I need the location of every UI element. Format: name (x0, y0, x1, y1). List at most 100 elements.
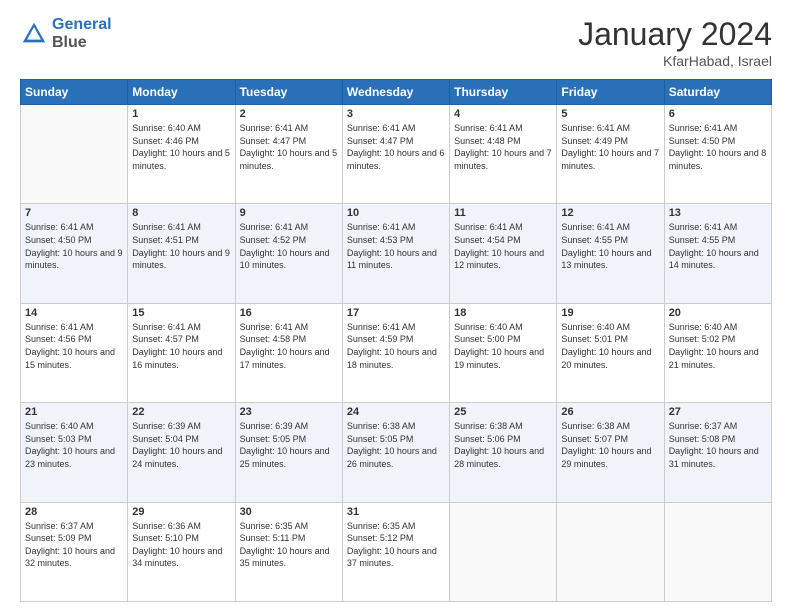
month-title: January 2024 (578, 16, 772, 53)
day-info: Sunrise: 6:35 AMSunset: 5:11 PMDaylight:… (240, 520, 338, 570)
calendar-cell: 21Sunrise: 6:40 AMSunset: 5:03 PMDayligh… (21, 403, 128, 502)
day-info: Sunrise: 6:41 AMSunset: 4:54 PMDaylight:… (454, 221, 552, 271)
day-number: 26 (561, 406, 659, 418)
day-header-sunday: Sunday (21, 80, 128, 105)
day-number: 18 (454, 307, 552, 319)
calendar-header-row: SundayMondayTuesdayWednesdayThursdayFrid… (21, 80, 772, 105)
day-info: Sunrise: 6:41 AMSunset: 4:48 PMDaylight:… (454, 122, 552, 172)
day-number: 16 (240, 307, 338, 319)
calendar-week-4: 21Sunrise: 6:40 AMSunset: 5:03 PMDayligh… (21, 403, 772, 502)
day-number: 28 (25, 506, 123, 518)
calendar-cell: 27 Sunrise: 6:37 AMSunset: 5:08 PMDayligh… (664, 403, 771, 502)
day-info: Sunrise: 6:41 AMSunset: 4:47 PMDaylight:… (240, 122, 338, 172)
day-info: Sunrise: 6:40 AMSunset: 5:00 PMDaylight:… (454, 321, 552, 371)
day-info: Sunrise: 6:38 AMSunset: 5:07 PMDaylight:… (561, 420, 659, 470)
day-info: Sunrise: 6:41 AMSunset: 4:47 PMDaylight:… (347, 122, 445, 172)
calendar-cell: 15 Sunrise: 6:41 AMSunset: 4:57 PMDayligh… (128, 303, 235, 402)
day-number: 8 (132, 207, 230, 219)
calendar-cell (450, 502, 557, 601)
day-info: Sunrise: 6:38 AMSunset: 5:06 PMDaylight:… (454, 420, 552, 470)
calendar-week-3: 14 Sunrise: 6:41 AMSunset: 4:56 PMDayligh… (21, 303, 772, 402)
day-number: 29 (132, 506, 230, 518)
day-info: Sunrise: 6:41 AMSunset: 4:50 PMDaylight:… (669, 122, 767, 172)
calendar-table: SundayMondayTuesdayWednesdayThursdayFrid… (20, 79, 772, 602)
calendar-cell: 20Sunrise: 6:40 AMSunset: 5:02 PMDayligh… (664, 303, 771, 402)
day-info: Sunrise: 6:41 AMSunset: 4:50 PMDaylight:… (25, 221, 123, 271)
day-number: 25 (454, 406, 552, 418)
day-header-friday: Friday (557, 80, 664, 105)
day-info: Sunrise: 6:37 AMSunset: 5:09 PMDaylight:… (25, 520, 123, 570)
day-number: 1 (132, 108, 230, 120)
calendar-cell (664, 502, 771, 601)
day-number: 27 (669, 406, 767, 418)
calendar-week-2: 7Sunrise: 6:41 AMSunset: 4:50 PMDaylight… (21, 204, 772, 303)
day-header-tuesday: Tuesday (235, 80, 342, 105)
day-number: 14 (25, 307, 123, 319)
calendar-cell: 4 Sunrise: 6:41 AMSunset: 4:48 PMDaylight… (450, 105, 557, 204)
calendar-cell: 10Sunrise: 6:41 AMSunset: 4:53 PMDayligh… (342, 204, 449, 303)
header: General Blue January 2024 KfarHabad, Isr… (20, 16, 772, 69)
calendar-cell: 2 Sunrise: 6:41 AMSunset: 4:47 PMDaylight… (235, 105, 342, 204)
calendar-cell: 16 Sunrise: 6:41 AMSunset: 4:58 PMDayligh… (235, 303, 342, 402)
calendar-cell: 29 Sunrise: 6:36 AMSunset: 5:10 PMDayligh… (128, 502, 235, 601)
page: General Blue January 2024 KfarHabad, Isr… (0, 0, 792, 612)
day-header-monday: Monday (128, 80, 235, 105)
day-number: 4 (454, 108, 552, 120)
day-number: 12 (561, 207, 659, 219)
day-info: Sunrise: 6:36 AMSunset: 5:10 PMDaylight:… (132, 520, 230, 570)
calendar-cell: 19 Sunrise: 6:40 AMSunset: 5:01 PMDayligh… (557, 303, 664, 402)
day-header-thursday: Thursday (450, 80, 557, 105)
day-number: 5 (561, 108, 659, 120)
calendar-cell: 6Sunrise: 6:41 AMSunset: 4:50 PMDaylight… (664, 105, 771, 204)
logo-text: General Blue (52, 16, 112, 51)
day-info: Sunrise: 6:41 AMSunset: 4:51 PMDaylight:… (132, 221, 230, 271)
calendar-cell: 1 Sunrise: 6:40 AMSunset: 4:46 PMDaylight… (128, 105, 235, 204)
day-info: Sunrise: 6:40 AMSunset: 5:02 PMDaylight:… (669, 321, 767, 371)
calendar-cell: 12 Sunrise: 6:41 AMSunset: 4:55 PMDayligh… (557, 204, 664, 303)
day-number: 24 (347, 406, 445, 418)
calendar-cell: 22Sunrise: 6:39 AMSunset: 5:04 PMDayligh… (128, 403, 235, 502)
day-header-saturday: Saturday (664, 80, 771, 105)
calendar-cell: 7Sunrise: 6:41 AMSunset: 4:50 PMDaylight… (21, 204, 128, 303)
calendar-cell: 5 Sunrise: 6:41 AMSunset: 4:49 PMDaylight… (557, 105, 664, 204)
day-number: 15 (132, 307, 230, 319)
calendar-cell: 24 Sunrise: 6:38 AMSunset: 5:05 PMDayligh… (342, 403, 449, 502)
day-number: 2 (240, 108, 338, 120)
calendar-cell: 31Sunrise: 6:35 AMSunset: 5:12 PMDayligh… (342, 502, 449, 601)
day-number: 19 (561, 307, 659, 319)
day-info: Sunrise: 6:35 AMSunset: 5:12 PMDaylight:… (347, 520, 445, 570)
calendar-week-1: 1 Sunrise: 6:40 AMSunset: 4:46 PMDaylight… (21, 105, 772, 204)
calendar-cell: 23 Sunrise: 6:39 AMSunset: 5:05 PMDayligh… (235, 403, 342, 502)
day-header-wednesday: Wednesday (342, 80, 449, 105)
day-info: Sunrise: 6:38 AMSunset: 5:05 PMDaylight:… (347, 420, 445, 470)
day-info: Sunrise: 6:41 AMSunset: 4:58 PMDaylight:… (240, 321, 338, 371)
logo: General Blue (20, 16, 112, 51)
calendar-cell: 13Sunrise: 6:41 AMSunset: 4:55 PMDayligh… (664, 204, 771, 303)
day-number: 9 (240, 207, 338, 219)
calendar-cell: 3Sunrise: 6:41 AMSunset: 4:47 PMDaylight… (342, 105, 449, 204)
calendar-cell: 25 Sunrise: 6:38 AMSunset: 5:06 PMDayligh… (450, 403, 557, 502)
calendar-cell (557, 502, 664, 601)
day-info: Sunrise: 6:41 AMSunset: 4:57 PMDaylight:… (132, 321, 230, 371)
day-info: Sunrise: 6:39 AMSunset: 5:05 PMDaylight:… (240, 420, 338, 470)
day-info: Sunrise: 6:41 AMSunset: 4:56 PMDaylight:… (25, 321, 123, 371)
calendar-cell: 30Sunrise: 6:35 AMSunset: 5:11 PMDayligh… (235, 502, 342, 601)
day-info: Sunrise: 6:39 AMSunset: 5:04 PMDaylight:… (132, 420, 230, 470)
day-number: 10 (347, 207, 445, 219)
calendar-cell: 9 Sunrise: 6:41 AMSunset: 4:52 PMDaylight… (235, 204, 342, 303)
day-info: Sunrise: 6:40 AMSunset: 5:01 PMDaylight:… (561, 321, 659, 371)
day-number: 23 (240, 406, 338, 418)
calendar-cell: 26 Sunrise: 6:38 AMSunset: 5:07 PMDayligh… (557, 403, 664, 502)
day-number: 11 (454, 207, 552, 219)
location-subtitle: KfarHabad, Israel (578, 53, 772, 69)
logo-icon (20, 20, 48, 48)
day-number: 13 (669, 207, 767, 219)
day-info: Sunrise: 6:37 AMSunset: 5:08 PMDaylight:… (669, 420, 767, 470)
calendar-cell: 14 Sunrise: 6:41 AMSunset: 4:56 PMDayligh… (21, 303, 128, 402)
calendar-cell: 28 Sunrise: 6:37 AMSunset: 5:09 PMDayligh… (21, 502, 128, 601)
day-info: Sunrise: 6:41 AMSunset: 4:52 PMDaylight:… (240, 221, 338, 271)
day-info: Sunrise: 6:41 AMSunset: 4:49 PMDaylight:… (561, 122, 659, 172)
day-info: Sunrise: 6:40 AMSunset: 4:46 PMDaylight:… (132, 122, 230, 172)
calendar-cell: 11 Sunrise: 6:41 AMSunset: 4:54 PMDayligh… (450, 204, 557, 303)
day-info: Sunrise: 6:41 AMSunset: 4:55 PMDaylight:… (561, 221, 659, 271)
